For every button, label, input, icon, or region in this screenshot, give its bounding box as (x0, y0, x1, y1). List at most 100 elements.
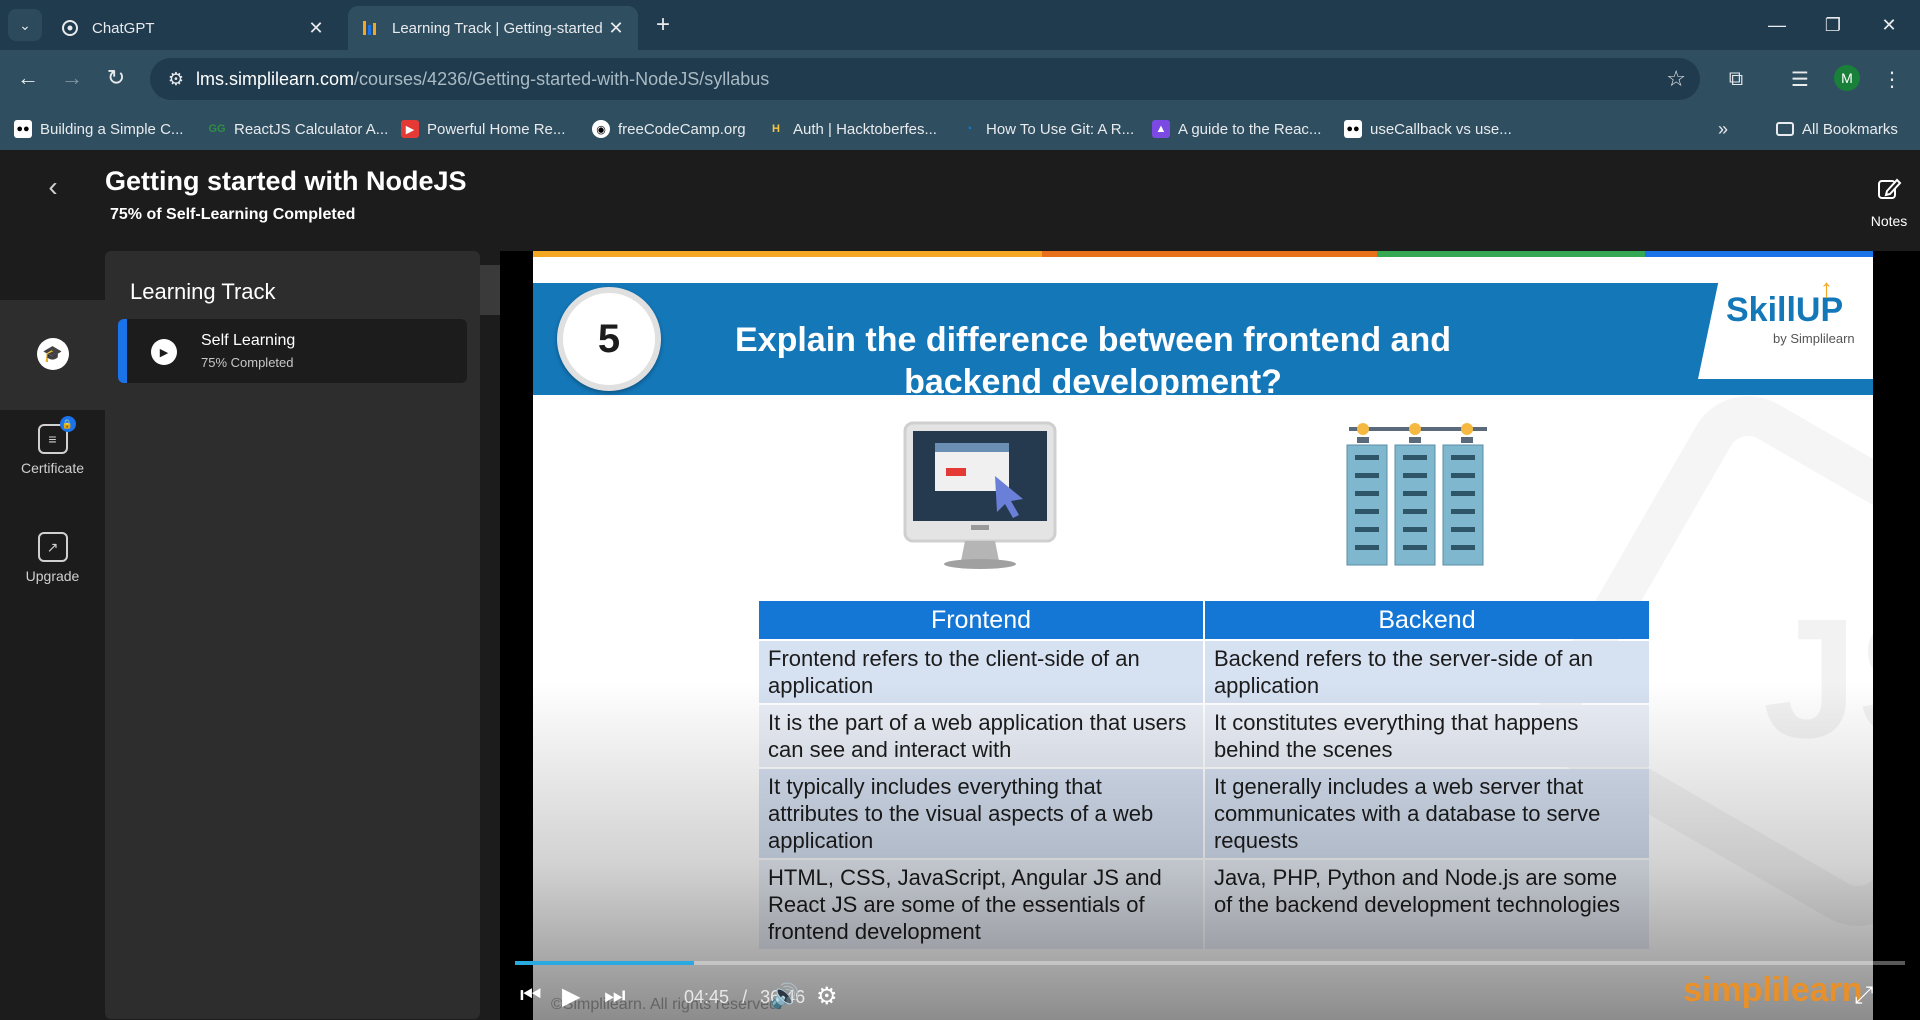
new-tab-button[interactable]: + (650, 11, 676, 38)
lock-icon: 🔒 (59, 416, 76, 432)
bookmark-item[interactable]: ◉ freeCodeCamp.org (592, 116, 746, 142)
course-page: ‹ Getting started with NodeJS 75% of Sel… (0, 150, 1920, 1020)
bookmark-label: Auth | Hacktoberfes... (793, 120, 937, 138)
minimize-icon: — (1768, 14, 1786, 35)
bookmark-label: Powerful Home Re... (427, 120, 566, 138)
simplilearn-logo: simplilearn (1683, 971, 1863, 1009)
forward-button[interactable]: → (56, 62, 88, 94)
close-window-button[interactable]: ✕ (1866, 8, 1912, 42)
tab-learning-track[interactable]: Learning Track | Getting-started ✕ (348, 6, 638, 50)
site-settings-icon[interactable]: ⚙ (156, 58, 196, 100)
previous-button[interactable]: ⏮ (520, 981, 542, 1011)
table-row: Frontend refers to the client-side of an… (759, 641, 1649, 703)
slide-question: Explain the difference between frontend … (713, 319, 1473, 403)
video-player[interactable]: JS Explain the difference between fronte… (500, 251, 1920, 1020)
rail-upgrade-label: Upgrade (25, 568, 80, 584)
rail-certificate[interactable]: ≡ 🔒 Certificate (0, 416, 105, 476)
youtube-icon: ▶ (401, 120, 419, 138)
slide-top-stripe (533, 251, 1873, 257)
slide-question-line1: Explain the difference between frontend … (735, 321, 1451, 359)
skillup-logo-sub: by Simplilearn (1773, 331, 1855, 346)
arrow-up-icon: ↑ (1820, 273, 1833, 303)
settings-button[interactable]: ⚙ (816, 981, 838, 1011)
browser-toolbar: ← → ↻ ⚙ lms.simplilearn.com/courses/4236… (0, 50, 1920, 108)
table-row: It typically includes everything that at… (759, 769, 1649, 858)
trend-up-icon: ↗ (37, 532, 68, 562)
tab-title: ChatGPT (92, 19, 155, 37)
bookmark-item[interactable]: ▲ A guide to the Reac... (1152, 116, 1321, 142)
slide-question-number: 5 (557, 287, 661, 391)
volume-icon: 🔊 (770, 982, 800, 1010)
bookmark-star-icon[interactable]: ☆ (1666, 66, 1686, 92)
bookmark-item[interactable]: H Auth | Hacktoberfes... (767, 116, 937, 142)
medium-icon: ●● (1344, 120, 1362, 138)
restore-icon: ❐ (1824, 14, 1842, 35)
reload-button[interactable]: ↻ (100, 62, 132, 94)
table-header-backend: Backend (1204, 601, 1649, 639)
graduation-cap-icon: 🎓 (36, 338, 69, 370)
chevron-double-right-icon: » (1718, 118, 1729, 139)
notes-label: Notes (1870, 213, 1908, 229)
certificate-icon: ≡ 🔒 (37, 416, 76, 454)
table-cell-frontend: Frontend refers to the client-side of an… (759, 641, 1203, 703)
rail-upgrade[interactable]: ↗ Upgrade (0, 532, 105, 584)
tab-search-button[interactable]: ⌄ (8, 9, 42, 41)
edit-note-icon (1852, 176, 1920, 209)
next-button[interactable]: ⏭ (604, 981, 626, 1011)
extensions-icon[interactable]: ⧉ (1720, 63, 1752, 95)
reload-icon: ↻ (106, 65, 126, 90)
table-row: It is the part of a web application that… (759, 705, 1649, 767)
seek-progress (515, 961, 695, 965)
profile-avatar[interactable]: M (1834, 65, 1860, 91)
close-icon[interactable]: ✕ (606, 18, 626, 38)
volume-button[interactable]: 🔊 (770, 981, 800, 1011)
minimize-button[interactable]: — (1754, 8, 1800, 42)
bookmark-item[interactable]: ●● useCallback vs use... (1344, 116, 1512, 142)
bookmark-item[interactable]: ◔ How To Use Git: A R... (960, 116, 1134, 142)
tab-chatgpt[interactable]: ChatGPT ✕ (48, 6, 338, 50)
play-button[interactable]: ▶ (562, 981, 580, 1011)
bookmark-item[interactable]: GG ReactJS Calculator A... (208, 116, 388, 142)
all-bookmarks-button[interactable]: All Bookmarks (1776, 116, 1898, 142)
plus-icon: + (655, 11, 670, 38)
course-title: Getting started with NodeJS (105, 166, 467, 196)
time-separator: / (742, 987, 748, 1007)
folder-icon (1776, 122, 1794, 136)
arrow-left-icon: ← (17, 65, 39, 90)
course-back-button[interactable]: ‹ (38, 171, 68, 202)
track-item-self-learning[interactable]: ▶ Self Learning 75% Completed (118, 319, 467, 383)
rail-learning-track[interactable]: 🎓 (0, 300, 105, 410)
slide-watermark-text: JS (1763, 584, 1873, 774)
url-text: lms.simplilearn.com/courses/4236/Getting… (196, 69, 769, 90)
restore-button[interactable]: ❐ (1810, 8, 1856, 42)
learning-track-title: Learning Track (130, 279, 276, 304)
gear-icon: ⚙ (816, 982, 838, 1010)
arrow-right-icon: → (61, 65, 83, 90)
fullscreen-icon: ⤢ (1854, 982, 1874, 1009)
close-icon: ✕ (1881, 14, 1897, 35)
bookmark-item[interactable]: ●● Building a Simple C... (14, 116, 183, 142)
comparison-table: Frontend Backend Frontend refers to the … (757, 599, 1651, 951)
learning-track-panel: Learning Track ▶ Self Learning 75% Compl… (105, 251, 480, 1019)
bookmark-item[interactable]: ▶ Powerful Home Re... (401, 116, 565, 142)
url-domain: lms.simplilearn.com (196, 68, 355, 89)
table-header-frontend: Frontend (759, 601, 1203, 639)
current-time: 04:45 (684, 987, 730, 1007)
video-slide: JS Explain the difference between fronte… (533, 251, 1873, 1020)
url-path: /courses/4236/Getting-started-with-NodeJ… (354, 68, 770, 89)
bookmark-label: freeCodeCamp.org (618, 120, 746, 138)
seek-bar[interactable] (515, 961, 1905, 965)
hacktoberfest-icon: H (772, 123, 780, 135)
media-controls-icon[interactable]: ☰ (1784, 63, 1816, 95)
bookmark-label: A guide to the Reac... (1178, 120, 1322, 138)
back-button[interactable]: ← (12, 62, 44, 94)
rocket-icon: ▲ (1152, 120, 1170, 138)
fullscreen-button[interactable]: ⤢ (1854, 981, 1873, 1011)
bookmark-label: ReactJS Calculator A... (234, 120, 389, 138)
notes-button[interactable]: Notes (1852, 176, 1920, 229)
more-bookmarks-button[interactable]: » (1718, 116, 1728, 142)
track-item-status: 75% Completed (201, 355, 294, 370)
close-icon[interactable]: ✕ (306, 18, 326, 38)
more-menu-icon[interactable]: ⋮ (1876, 63, 1908, 95)
address-bar[interactable]: ⚙ lms.simplilearn.com/courses/4236/Getti… (150, 58, 1700, 100)
